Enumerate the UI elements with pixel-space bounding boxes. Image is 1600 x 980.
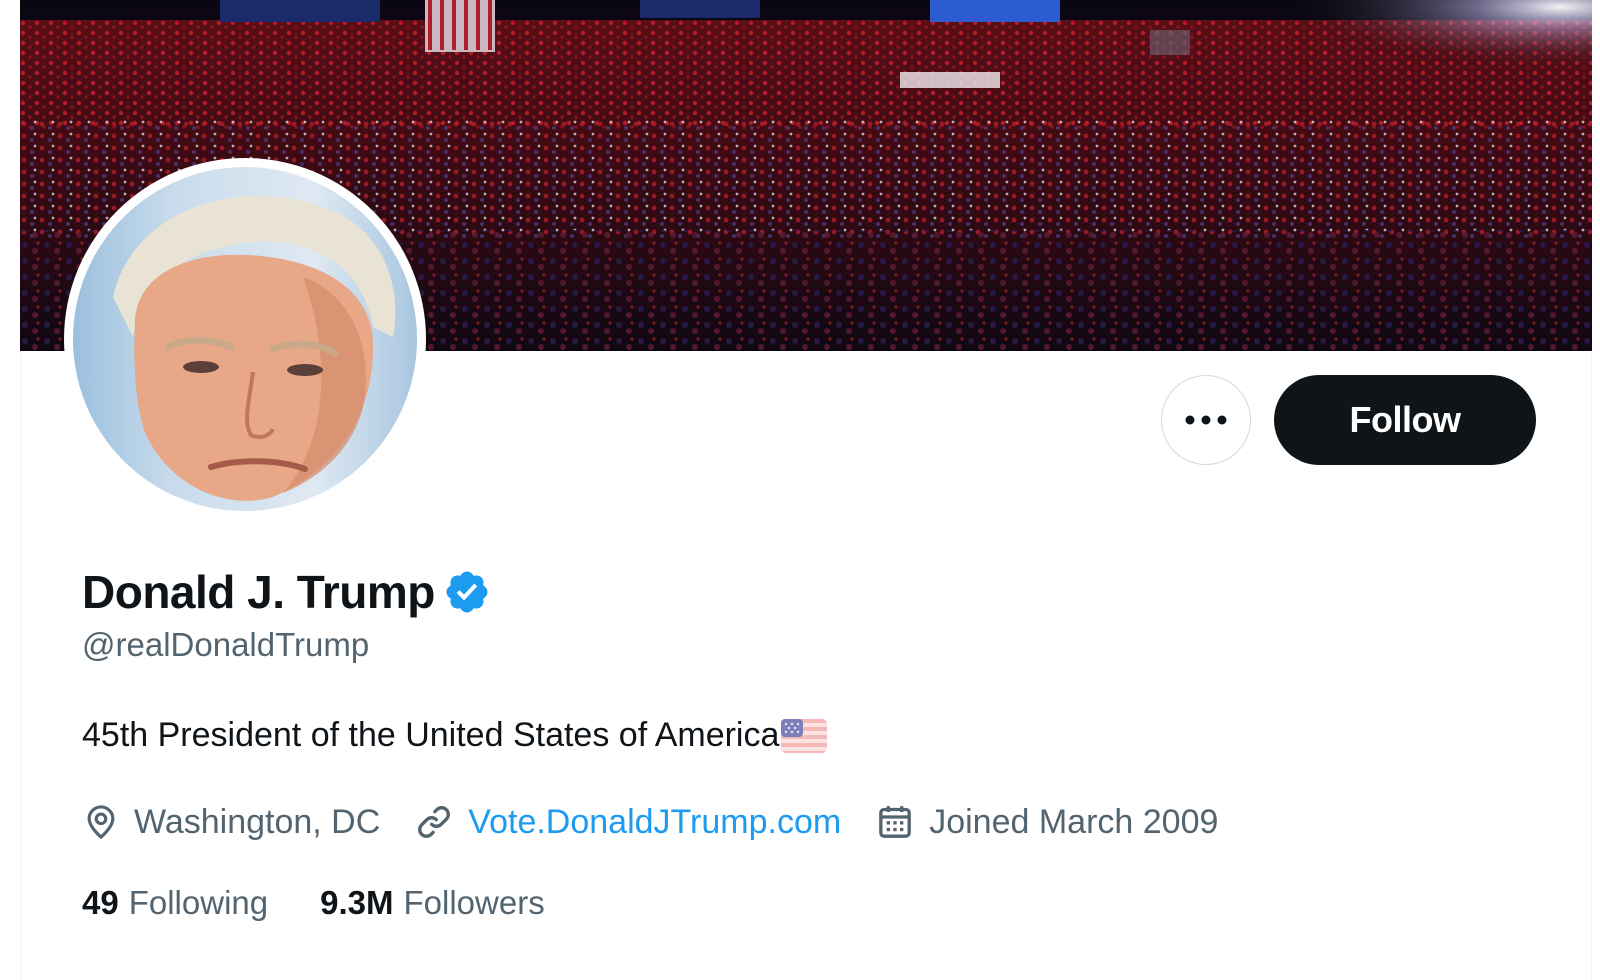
follow-button[interactable]: Follow [1274, 375, 1536, 465]
calendar-icon [879, 806, 912, 838]
location-pin-icon [87, 805, 115, 840]
display-name-row: Donald J. Trump [82, 562, 491, 622]
website-link[interactable]: Vote.DonaldJTrump.com [468, 803, 841, 842]
following-count: 49 [82, 884, 119, 921]
joined-item: Joined March 2009 [875, 802, 1218, 842]
followers-label: Followers [403, 884, 545, 921]
more-horizontal-icon [1185, 415, 1227, 425]
verified-badge-icon[interactable] [443, 568, 491, 616]
website-item: Vote.DonaldJTrump.com [414, 802, 841, 842]
location-text: Washington, DC [134, 802, 381, 841]
location-item: Washington, DC [82, 802, 380, 842]
followers-link[interactable]: 9.3M Followers [320, 884, 545, 922]
profile-handle: @realDonaldTrump [82, 626, 370, 663]
us-flag-emoji [781, 718, 828, 753]
profile-avatar[interactable] [64, 158, 426, 520]
display-name: Donald J. Trump [82, 566, 435, 618]
more-options-button[interactable] [1161, 375, 1251, 465]
bio-text: 45th President of the United States of A… [82, 716, 780, 754]
avatar-photo [73, 167, 417, 511]
link-icon [418, 806, 451, 838]
profile-panel: Follow Donald J. Trump @realDonaldTrump … [20, 0, 1592, 980]
profile-bio: 45th President of the United States of A… [82, 716, 828, 755]
profile-meta: Washington, DC Vote.DonaldJTrump.com Joi… [82, 798, 1252, 846]
joined-text: Joined March 2009 [929, 802, 1219, 841]
profile-stats: 49 Following 9.3M Followers [82, 880, 597, 926]
following-label: Following [128, 884, 269, 921]
following-link[interactable]: 49 Following [82, 884, 268, 922]
followers-count: 9.3M [320, 884, 394, 921]
